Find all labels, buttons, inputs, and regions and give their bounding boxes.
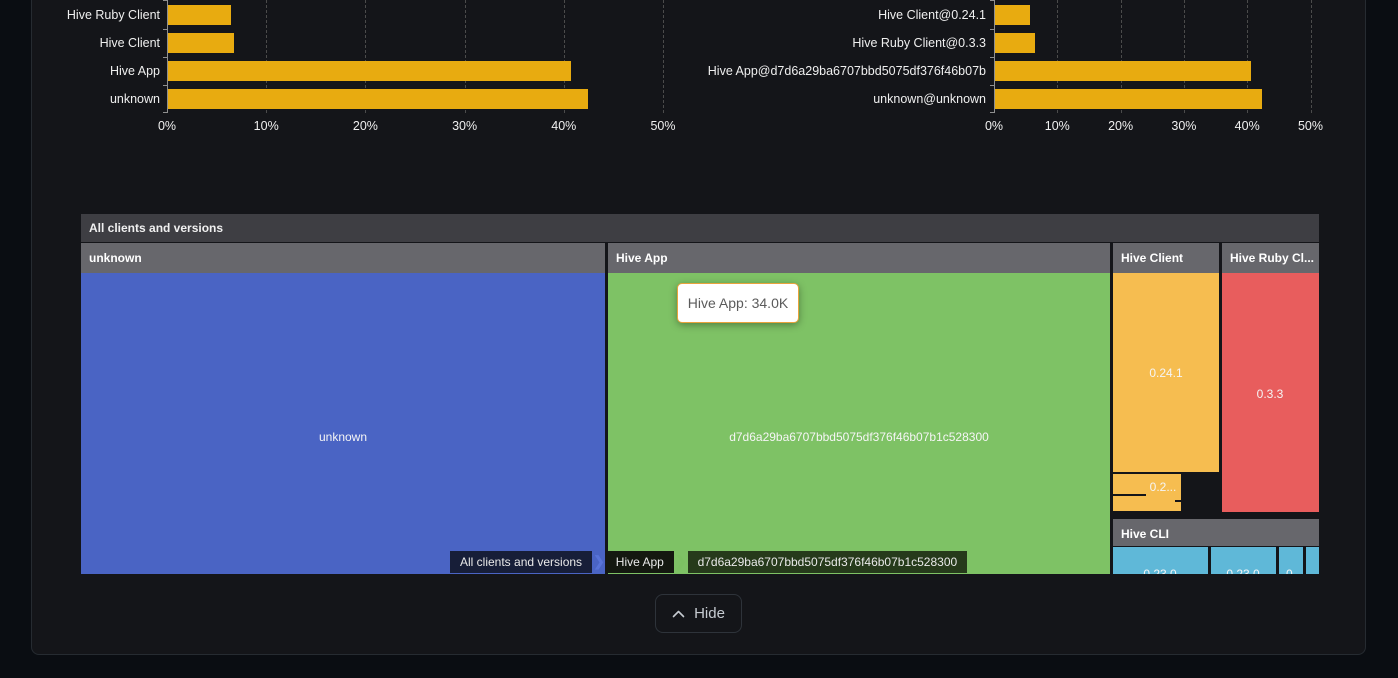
treemap-section-header-hive-app[interactable]: Hive App bbox=[608, 243, 1110, 273]
treemap-cell-label: d7d6a29ba6707bbd5075df376f46b07b1c528300 bbox=[729, 430, 989, 444]
treemap-cell[interactable] bbox=[1146, 502, 1163, 511]
x-tick-label: 0% bbox=[145, 119, 189, 133]
x-tick-label: 30% bbox=[1162, 119, 1206, 133]
axis-tick bbox=[163, 29, 167, 30]
treemap-cell-label: 0.24.1 bbox=[1149, 366, 1182, 380]
treemap-section-header-hive-ruby-cl-[interactable]: Hive Ruby Cl... bbox=[1222, 243, 1319, 273]
treemap-section-header-hive-client[interactable]: Hive Client bbox=[1113, 243, 1219, 273]
breadcrumb-item-version-hash[interactable]: d7d6a29ba6707bbd5075df376f46b07b1c528300 bbox=[688, 551, 968, 573]
treemap-section-header-unknown[interactable]: unknown bbox=[81, 243, 605, 273]
chevron-right-icon: ❯ bbox=[592, 551, 606, 573]
bar-hive-app[interactable] bbox=[168, 61, 571, 81]
bar-category-label: Hive Ruby Client@0.3.3 bbox=[586, 33, 986, 53]
chevron-up-icon bbox=[672, 610, 685, 618]
treemap-cell-label: 0. bbox=[1286, 567, 1296, 574]
axis-tick bbox=[163, 0, 167, 1]
treemap-cell[interactable] bbox=[1306, 547, 1319, 574]
treemap-title: All clients and versions bbox=[81, 214, 1319, 242]
axis-tick bbox=[990, 112, 994, 113]
treemap-cell-label: 0.23.0 bbox=[1143, 567, 1176, 574]
chevron-right-icon: ❯ bbox=[674, 551, 688, 573]
treemap-breadcrumb: All clients and versions ❯ Hive App ❯ d7… bbox=[450, 551, 967, 573]
x-tick-label: 0% bbox=[972, 119, 1016, 133]
bar-category-label: Hive Client bbox=[0, 33, 160, 53]
bar-category-label: Hive Ruby Client bbox=[0, 5, 160, 25]
bar-category-label: Hive Client@0.24.1 bbox=[586, 5, 986, 25]
breadcrumb-item-hive-app[interactable]: Hive App bbox=[606, 551, 674, 573]
treemap-tooltip: Hive App: 34.0K bbox=[677, 283, 799, 323]
axis-tick bbox=[163, 85, 167, 86]
bar-hive-ruby-client-0-3-3[interactable] bbox=[995, 33, 1035, 53]
x-tick-label: 20% bbox=[1099, 119, 1143, 133]
axis-tick bbox=[990, 85, 994, 86]
x-tick-label: 40% bbox=[1225, 119, 1269, 133]
clients-versions-treemap[interactable]: All clients and versions unknownunknownH… bbox=[81, 214, 1319, 574]
x-tick-label: 30% bbox=[443, 119, 487, 133]
x-tick-label: 10% bbox=[244, 119, 288, 133]
hide-button[interactable]: Hide bbox=[655, 594, 742, 633]
x-tick-label: 20% bbox=[343, 119, 387, 133]
bar-hive-client[interactable] bbox=[168, 33, 234, 53]
treemap-cell-label: 0.3.3 bbox=[1257, 387, 1284, 401]
axis-tick bbox=[990, 0, 994, 1]
axis-tick bbox=[163, 112, 167, 113]
bar-category-label: Hive App bbox=[0, 61, 160, 81]
gridline bbox=[1311, 0, 1312, 113]
axis-tick bbox=[990, 29, 994, 30]
bar-category-label: unknown@unknown bbox=[586, 89, 986, 109]
bar-hive-client-0-24-1[interactable] bbox=[995, 5, 1030, 25]
x-tick-label: 50% bbox=[641, 119, 685, 133]
bar-category-label: Hive App@d7d6a29ba6707bbd5075df376f46b07… bbox=[586, 61, 986, 81]
axis-tick bbox=[163, 57, 167, 58]
treemap-cell-label: 0.2... bbox=[1150, 480, 1177, 494]
treemap-section-header-hive-cli[interactable]: Hive CLI bbox=[1113, 519, 1319, 546]
bar-hive-ruby-client[interactable] bbox=[168, 5, 231, 25]
dashboard-stage: 0% 10% 20% 30% 40% 50% Hive Ruby Client Hive Cl… bbox=[0, 0, 1398, 678]
bar-hive-app-d7d6a29ba6707bbd5075d[interactable] bbox=[995, 61, 1251, 81]
bar-category-label: unknown bbox=[0, 89, 160, 109]
axis-tick bbox=[990, 57, 994, 58]
client-share-bar-charts: 0% 10% 20% 30% 40% 50% Hive Ruby Client Hive Cl… bbox=[0, 0, 1398, 145]
x-tick-label: 50% bbox=[1289, 119, 1333, 133]
treemap-cell-label: unknown bbox=[319, 430, 367, 444]
tooltip-text: Hive App: 34.0K bbox=[688, 295, 788, 311]
bar-unknown-unknown[interactable] bbox=[995, 89, 1262, 109]
treemap-cell-label: 0.23.0 bbox=[1226, 567, 1259, 574]
x-tick-label: 40% bbox=[542, 119, 586, 133]
breadcrumb-item-root[interactable]: All clients and versions bbox=[450, 551, 592, 573]
treemap-cell[interactable] bbox=[1166, 502, 1181, 511]
bar-unknown[interactable] bbox=[168, 89, 588, 109]
hide-button-label: Hide bbox=[694, 605, 725, 622]
x-tick-label: 10% bbox=[1035, 119, 1079, 133]
treemap-cell-unknown[interactable] bbox=[81, 273, 605, 574]
